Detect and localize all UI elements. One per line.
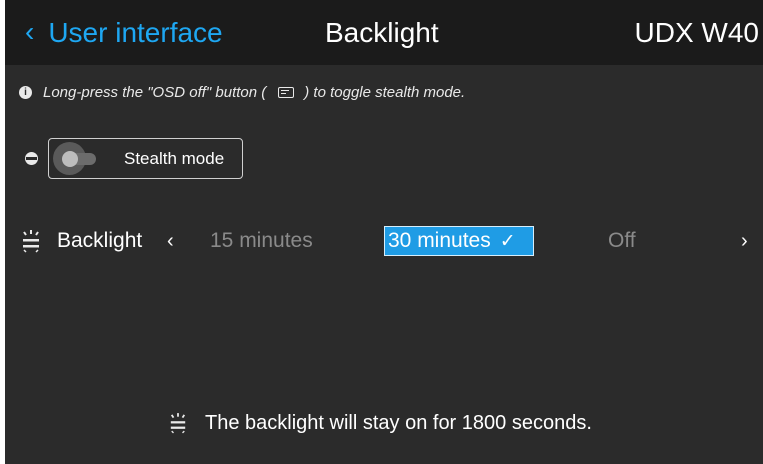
page-title: Backlight: [325, 17, 439, 48]
backlight-icon: [170, 413, 186, 434]
info-icon: i: [19, 85, 32, 99]
switch-knob: [62, 151, 78, 167]
stealth-mode-label: Stealth mode: [124, 148, 225, 168]
osd-button-icon: [278, 86, 295, 98]
option-15-minutes[interactable]: 15 minutes: [210, 228, 313, 254]
status-text: The backlight will stay on for 1800 seco…: [205, 411, 592, 434]
info-message: i Long-press the "OSD off" button ( ) to…: [19, 81, 465, 103]
screen: ‹ User interface Backlight UDX W40 i Lon…: [5, 0, 763, 464]
chevron-left-icon: ‹: [25, 16, 35, 47]
chevron-left-icon[interactable]: ‹: [167, 228, 174, 254]
info-text-before: Long-press the "OSD off" button (: [43, 83, 267, 101]
chevron-right-icon[interactable]: ›: [741, 228, 748, 254]
top-bar: ‹ User interface Backlight UDX W40: [5, 0, 763, 65]
status-message: The backlight will stay on for 1800 seco…: [169, 410, 592, 436]
option-off[interactable]: Off: [608, 228, 636, 254]
info-text-after: ) to toggle stealth mode.: [304, 83, 466, 101]
check-icon: ✓: [499, 230, 516, 252]
selected-option-label: 30 minutes: [388, 229, 491, 252]
back-label: User interface: [48, 17, 223, 48]
backlight-label: Backlight: [57, 229, 143, 252]
device-model: UDX W40: [634, 17, 759, 48]
stealth-icon: [25, 152, 38, 165]
stealth-mode-toggle[interactable]: Stealth mode: [48, 138, 243, 179]
backlight-icon: [23, 230, 39, 253]
option-30-minutes-selected[interactable]: 30 minutes ✓: [384, 226, 534, 256]
back-button[interactable]: ‹ User interface: [25, 16, 223, 50]
